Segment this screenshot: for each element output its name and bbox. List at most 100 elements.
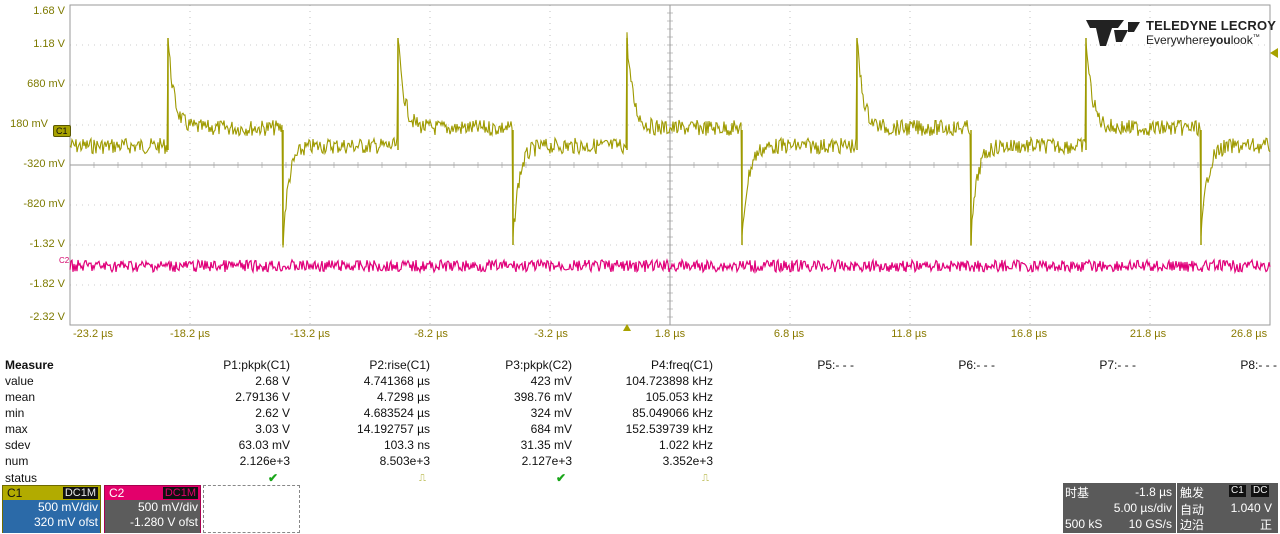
measure-value: 2.127e+3 <box>521 454 572 468</box>
trigger-level: 1.040 V <box>1230 501 1272 515</box>
y-axis-label: -2.32 V <box>29 311 65 323</box>
waveform-display[interactable]: 1.68 V 1.18 V 680 mV 180 mV -320 mV -820… <box>0 0 1280 355</box>
channel-offset: 320 mV ofst <box>33 515 98 529</box>
measure-value: 398.76 mV <box>513 390 572 404</box>
teledyne-logo-icon <box>1086 20 1140 46</box>
x-axis-label: -8.2 µs <box>414 328 448 340</box>
trigger-source: C1 <box>1229 485 1246 497</box>
param-header[interactable]: P3:pkpk(C2) <box>430 357 572 373</box>
channel-name: C1 <box>7 486 23 500</box>
trigger-descriptor[interactable]: 触发 C1 DC 自动 1.040 V 边沿 正 <box>1177 483 1278 533</box>
measure-value: 103.3 ns <box>383 438 430 452</box>
channel-2-descriptor[interactable]: C2 DC1M 500 mV/div -1.280 V ofst <box>104 485 201 533</box>
y-axis-label: -820 mV <box>23 198 65 210</box>
sample-rate: 10 GS/s <box>1128 517 1172 531</box>
param-header[interactable]: P2:rise(C1) <box>290 357 430 373</box>
measure-row: value 2.68 V 4.741368 µs 423 mV 104.7238… <box>0 373 1277 389</box>
x-axis-label: 11.8 µs <box>891 328 927 340</box>
y-axis-label: 180 mV <box>10 118 48 130</box>
x-axis-label: 16.8 µs <box>1010 328 1048 340</box>
param-header[interactable]: P8:- - - <box>1136 357 1277 373</box>
param-header[interactable]: P6:- - - <box>854 357 995 373</box>
measure-value: 3.352e+3 <box>662 454 713 468</box>
x-axis-label: -13.2 µs <box>290 328 330 340</box>
measure-row: min 2.62 V 4.683524 µs 324 mV 85.049066 … <box>0 405 1277 421</box>
x-axis-label: 1.8 µs <box>654 328 686 340</box>
trigger-type: 边沿 <box>1180 518 1205 532</box>
y-axis-label: -320 mV <box>23 158 65 170</box>
y-axis-label: 1.18 V <box>33 38 65 50</box>
row-label: value <box>5 374 34 388</box>
row-label: sdev <box>5 438 31 452</box>
logo-name: TELEDYNE LECROY <box>1146 18 1277 33</box>
trigger-position-marker[interactable] <box>623 324 631 331</box>
channel-name: C2 <box>109 486 125 500</box>
oscilloscope-screen: 1.68 V 1.18 V 680 mV 180 mV -320 mV -820… <box>0 0 1280 534</box>
measure-row: mean 2.79136 V 4.7298 µs 398.76 mV 105.0… <box>0 389 1277 405</box>
histogram-icon: ⎍ <box>419 473 426 484</box>
empty-descriptor-slot[interactable] <box>203 485 300 533</box>
measure-value: 3.03 V <box>255 422 290 436</box>
volts-per-div: 500 mV/div <box>137 500 198 514</box>
volts-per-div: 500 mV/div <box>37 500 98 514</box>
trigger-title: 触发 <box>1180 486 1205 500</box>
param-header[interactable]: P7:- - - <box>995 357 1136 373</box>
ch2-ground-marker[interactable]: C2 <box>57 256 71 266</box>
channel-offset: -1.280 V ofst <box>129 515 198 529</box>
measure-value: 14.192757 µs <box>357 422 430 436</box>
measure-value: 4.741368 µs <box>363 374 430 388</box>
time-per-div: 5.00 µs/div <box>1113 501 1172 515</box>
x-axis-label: -3.2 µs <box>534 328 568 340</box>
measurement-table: Measure P1:pkpk(C1) P2:rise(C1) P3:pkpk(… <box>0 357 1280 485</box>
trigger-slope: 正 <box>1259 518 1272 532</box>
x-axis-label: 6.8 µs <box>773 328 805 340</box>
y-axis-label: -1.82 V <box>29 278 65 290</box>
y-axis-label: 1.68 V <box>33 5 65 17</box>
measure-row: sdev 63.03 mV 103.3 ns 31.35 mV 1.022 kH… <box>0 437 1277 453</box>
timebase-delay: -1.8 µs <box>1135 485 1172 499</box>
y-axis-label: 680 mV <box>27 78 65 90</box>
param-header[interactable]: P4:freq(C1) <box>572 357 713 373</box>
y-axis-label: -1.32 V <box>29 238 65 250</box>
coupling-badge: DC1M <box>62 487 98 499</box>
waveform-grid <box>69 4 1271 326</box>
measure-value: 152.539739 kHz <box>625 422 713 436</box>
measure-value: 63.03 mV <box>238 438 290 452</box>
x-axis-label: -23.2 µs <box>73 328 113 340</box>
ch1-ground-marker[interactable]: C1 <box>53 125 71 137</box>
row-label: num <box>5 454 29 468</box>
row-label: mean <box>5 390 36 404</box>
trigger-coupling: DC <box>1251 485 1270 497</box>
timebase-descriptor[interactable]: 时基 -1.8 µs 5.00 µs/div 500 kS 10 GS/s <box>1063 483 1176 533</box>
measure-value: 324 mV <box>530 406 572 420</box>
measure-value: 684 mV <box>530 422 572 436</box>
histogram-icon: ⎍ <box>702 473 709 484</box>
measure-value: 85.049066 kHz <box>632 406 713 420</box>
param-header[interactable]: P1:pkpk(C1) <box>105 357 290 373</box>
measure-value: 2.62 V <box>255 406 290 420</box>
ok-check-icon: ✔ <box>555 471 566 485</box>
measure-value: 2.68 V <box>255 374 290 388</box>
measure-value: 1.022 kHz <box>658 438 713 452</box>
coupling-badge: DC1M <box>162 487 198 499</box>
measure-row: max 3.03 V 14.192757 µs 684 mV 152.53973… <box>0 421 1277 437</box>
measure-value: 105.053 kHz <box>645 390 713 404</box>
measure-value: 31.35 mV <box>520 438 572 452</box>
param-header[interactable]: P5:- - - <box>713 357 854 373</box>
measure-value: 2.79136 V <box>235 390 290 404</box>
measure-value: 2.126e+3 <box>239 454 290 468</box>
row-label: max <box>5 422 28 436</box>
logo-tagline: Everywhereyoulook™ <box>1146 33 1260 47</box>
measure-value: 4.683524 µs <box>363 406 430 420</box>
teledyne-lecroy-logo: TELEDYNE LECROY Everywhereyoulook™ <box>1084 16 1277 50</box>
x-axis-label: -18.2 µs <box>170 328 210 340</box>
measure-value: 8.503e+3 <box>379 454 430 468</box>
x-axis-label: 26.8 µs <box>1230 328 1268 340</box>
timebase-title: 时基 <box>1065 486 1090 500</box>
channel-1-descriptor[interactable]: C1 DC1M 500 mV/div 320 mV ofst <box>2 485 101 533</box>
sample-count: 500 kS <box>1065 517 1103 531</box>
measure-value: 4.7298 µs <box>377 390 430 404</box>
measure-header: Measure <box>5 358 54 372</box>
x-axis-label: 21.8 µs <box>1129 328 1167 340</box>
row-label: min <box>5 406 25 420</box>
